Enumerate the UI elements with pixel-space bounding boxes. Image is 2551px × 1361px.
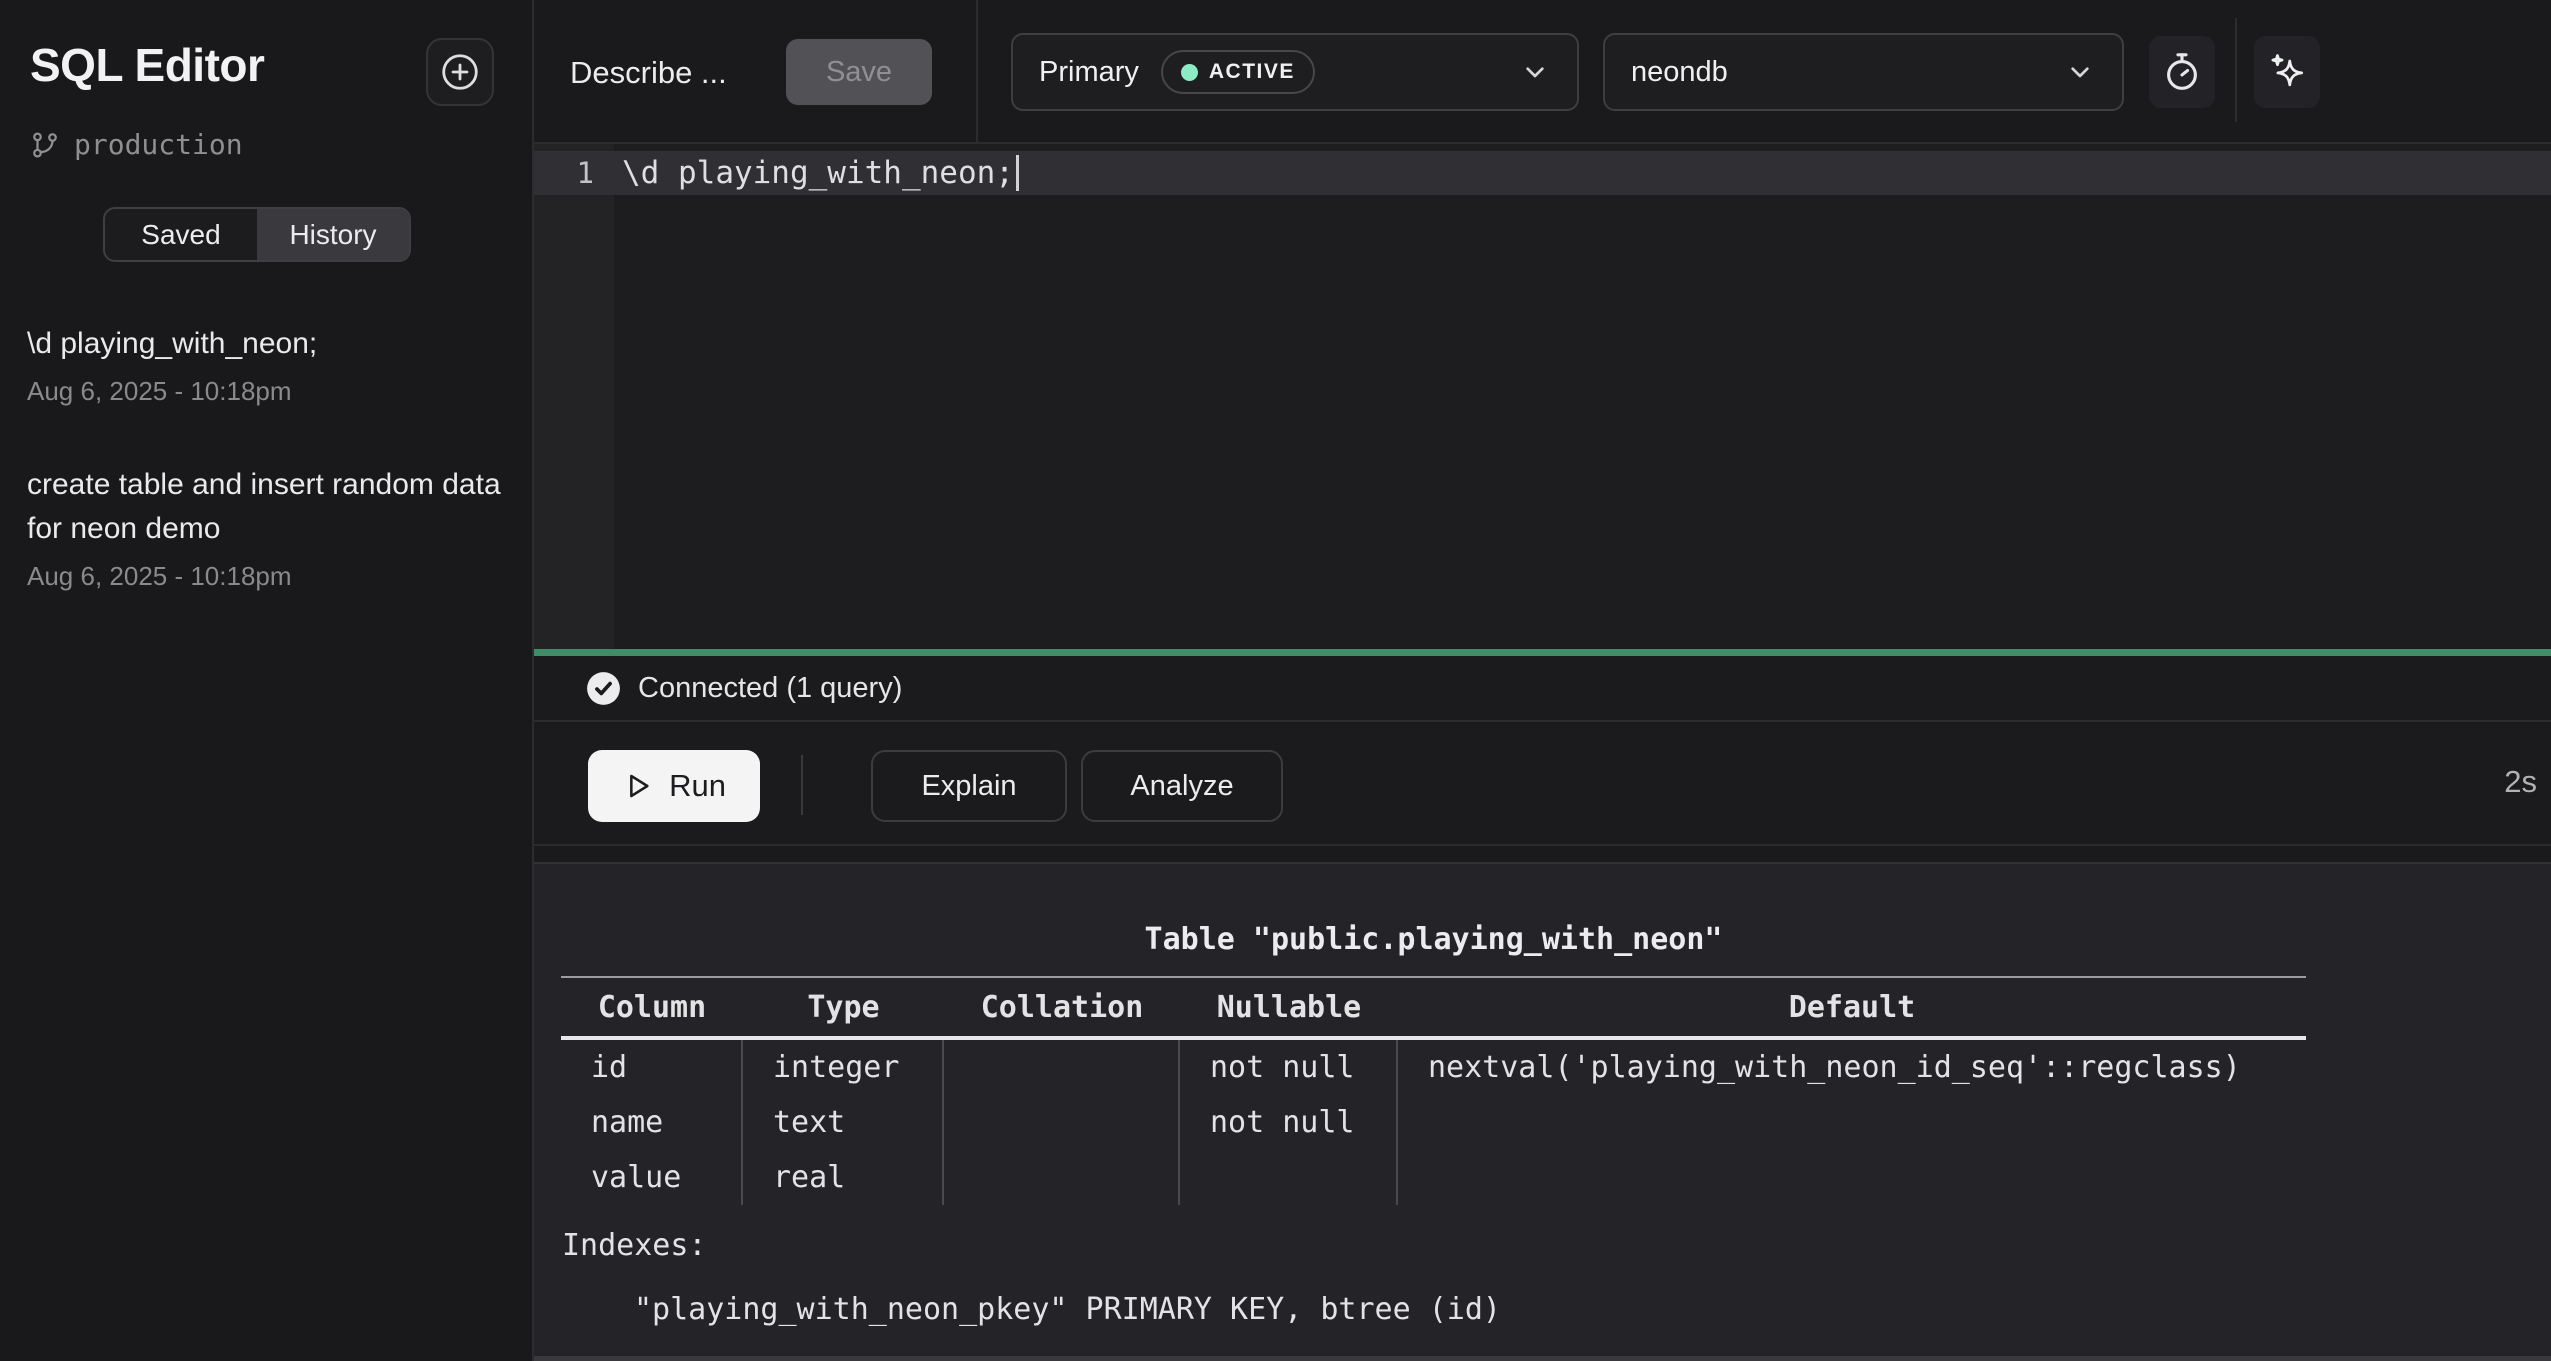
saved-history-tabs: Saved History	[103, 207, 411, 262]
database-selector-value: neondb	[1631, 56, 1728, 89]
active-dot	[1181, 64, 1198, 81]
column-header: Column	[561, 990, 743, 1025]
header-divider	[2235, 18, 2237, 122]
cell: nextval('playing_with_neon_id_seq'::regc…	[1398, 1040, 2306, 1095]
table-row: id integer not null nextval('playing_wit…	[561, 1040, 2306, 1095]
column-header: Nullable	[1180, 990, 1398, 1025]
cell: name	[561, 1095, 743, 1150]
results-panel: Table "public.playing_with_neon" Column …	[534, 862, 2551, 1361]
indexes-label: Indexes:	[562, 1226, 1501, 1266]
status-badge: ACTIVE	[1161, 50, 1315, 94]
cell: text	[743, 1095, 944, 1150]
cell	[944, 1040, 1180, 1095]
sidebar-header: SQL Editor	[0, 0, 532, 106]
result-table-header: Column Type Collation Nullable Default	[561, 976, 2306, 1040]
play-icon	[622, 770, 654, 802]
result-table-title: Table "public.playing_with_neon"	[561, 922, 2306, 957]
sparkle-icon	[2265, 50, 2309, 94]
new-query-button[interactable]	[426, 38, 494, 106]
cell: not null	[1180, 1095, 1398, 1150]
editor-gutter	[534, 144, 614, 649]
column-header: Collation	[944, 990, 1180, 1025]
history-item[interactable]: \d playing_with_neon; Aug 6, 2025 - 10:1…	[27, 322, 507, 407]
horizontal-scrollbar[interactable]	[534, 1356, 2551, 1361]
query-header: Describe ... Save Primary ACTIVE neondb	[534, 0, 2551, 144]
tab-history[interactable]: History	[257, 209, 409, 260]
header-divider	[976, 0, 978, 142]
query-toolbar: Run Explain Analyze 2s	[534, 724, 2551, 846]
analyze-button[interactable]: Analyze	[1081, 750, 1283, 822]
cell: id	[561, 1040, 743, 1095]
main-panel: Describe ... Save Primary ACTIVE neondb	[534, 0, 2551, 1361]
cell: integer	[743, 1040, 944, 1095]
cell	[944, 1150, 1180, 1205]
column-header: Type	[743, 990, 944, 1025]
connection-accent-bar	[534, 649, 2551, 656]
chevron-down-icon	[2064, 56, 2096, 88]
status-bar: Connected (1 query)	[534, 656, 2551, 722]
query-timing-button[interactable]	[2149, 36, 2215, 108]
tab-saved[interactable]: Saved	[105, 209, 257, 260]
toolbar-divider	[801, 755, 803, 815]
index-definition: "playing_with_neon_pkey" PRIMARY KEY, bt…	[562, 1290, 1501, 1330]
save-button[interactable]: Save	[786, 39, 932, 105]
stopwatch-icon	[2160, 50, 2204, 94]
cell	[1398, 1150, 2306, 1205]
ai-assist-button[interactable]	[2254, 36, 2320, 108]
query-title: Describe ...	[570, 55, 727, 91]
plus-circle-icon	[439, 51, 481, 93]
chevron-down-icon	[1519, 56, 1551, 88]
status-badge-label: ACTIVE	[1209, 60, 1295, 84]
cell: value	[561, 1150, 743, 1205]
cell: not null	[1180, 1040, 1398, 1095]
branch-selector-value: Primary	[1039, 56, 1139, 89]
explain-button[interactable]: Explain	[871, 750, 1067, 822]
connection-status-text: Connected (1 query)	[638, 672, 902, 705]
cell	[1180, 1150, 1398, 1205]
branch-name: production	[74, 128, 243, 161]
editor-active-line: 1 \d playing_with_neon;	[534, 151, 2551, 195]
sidebar: SQL Editor production Saved H	[0, 0, 534, 1361]
table-row: name text not null	[561, 1095, 2306, 1150]
check-circle-icon	[586, 671, 621, 706]
cell: real	[743, 1150, 944, 1205]
line-number: 1	[534, 156, 614, 190]
database-selector[interactable]: neondb	[1603, 33, 2124, 111]
history-timestamp: Aug 6, 2025 - 10:18pm	[27, 376, 507, 407]
sql-editor-app: SQL Editor production Saved H	[0, 0, 2551, 1361]
cell	[1398, 1095, 2306, 1150]
run-button[interactable]: Run	[588, 750, 760, 822]
history-query: \d playing_with_neon;	[27, 322, 507, 366]
indexes-block: Indexes: "playing_with_neon_pkey" PRIMAR…	[562, 1226, 1501, 1330]
history-list: \d playing_with_neon; Aug 6, 2025 - 10:1…	[27, 322, 507, 648]
code-line: \d playing_with_neon;	[614, 155, 1019, 191]
git-branch-icon	[30, 130, 60, 160]
column-header: Default	[1398, 990, 2306, 1025]
history-timestamp: Aug 6, 2025 - 10:18pm	[27, 561, 507, 592]
table-row: value real	[561, 1150, 2306, 1205]
branch-indicator: production	[0, 106, 532, 161]
text-cursor	[1016, 155, 1019, 191]
history-item[interactable]: create table and insert random data for …	[27, 463, 507, 592]
cell	[944, 1095, 1180, 1150]
code-editor[interactable]: 1 \d playing_with_neon;	[534, 144, 2551, 649]
result-table: Column Type Collation Nullable Default i…	[561, 976, 2306, 1205]
branch-selector[interactable]: Primary ACTIVE	[1011, 33, 1579, 111]
history-query: create table and insert random data for …	[27, 463, 507, 551]
query-duration: 2s	[2504, 764, 2537, 800]
page-title: SQL Editor	[30, 38, 264, 92]
